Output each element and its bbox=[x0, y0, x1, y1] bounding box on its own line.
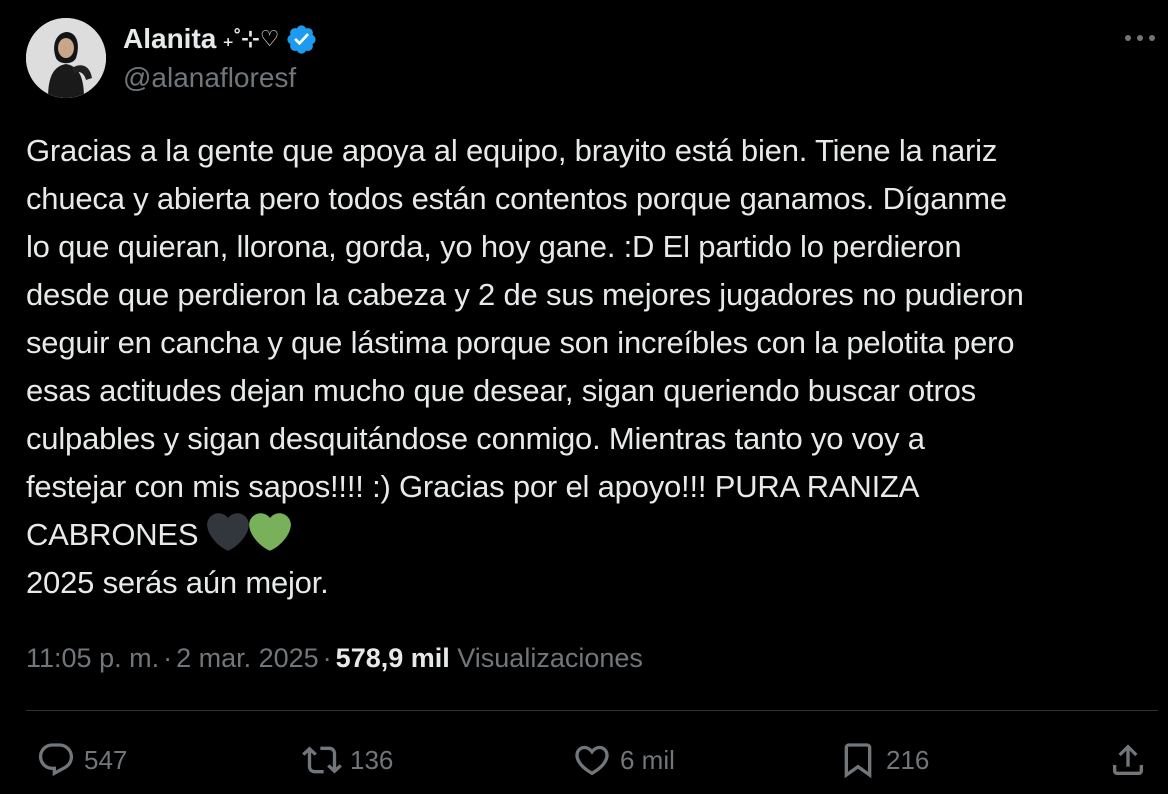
reply-button[interactable]: 547 bbox=[36, 730, 127, 790]
share-icon bbox=[1113, 744, 1143, 775]
tweet-line: seguir en cancha y que lástima porque so… bbox=[26, 325, 1015, 360]
bookmark-button[interactable]: 216 bbox=[838, 730, 929, 790]
tweet-line: festejar con mis sapos!!!! :) Gracias po… bbox=[26, 469, 920, 504]
tweet-line: desde que perdieron la cabeza y 2 de sus… bbox=[26, 277, 1024, 312]
tweet-meta: 11:05 p. m. · 2 mar. 2025 · 578,9 mil Visual… bbox=[26, 640, 643, 676]
avatar-photo bbox=[26, 18, 106, 98]
tweet-line: 2025 serás aún mejor. bbox=[26, 565, 329, 600]
tweet-time[interactable]: 11:05 p. m. bbox=[26, 643, 159, 673]
like-button[interactable]: 6 mil bbox=[572, 730, 675, 790]
tweet-text: Gracias a la gente que apoya al equipo, … bbox=[26, 127, 1161, 607]
more-options-button[interactable] bbox=[1120, 24, 1160, 52]
author-handle[interactable]: @alanafloresf bbox=[123, 62, 296, 94]
verified-badge-icon[interactable] bbox=[285, 23, 318, 56]
name-decoration: ₊˚⊹♡ bbox=[222, 26, 280, 51]
meta-separator: · bbox=[322, 643, 332, 673]
views-label: Visualizaciones bbox=[457, 643, 643, 673]
tweet-line: esas actitudes dejan mucho que desear, s… bbox=[26, 373, 976, 408]
tweet-line: CABRONES bbox=[26, 517, 199, 552]
reply-icon bbox=[38, 743, 74, 777]
more-dots-icon bbox=[1125, 35, 1155, 41]
repost-icon bbox=[302, 746, 342, 774]
share-button[interactable] bbox=[1108, 730, 1148, 790]
tweet: Alanita ₊˚⊹♡ @alanafloresf Gracias a la … bbox=[0, 0, 1168, 794]
repost-button[interactable]: 136 bbox=[302, 730, 393, 790]
meta-separator: · bbox=[163, 643, 173, 673]
avatar[interactable] bbox=[26, 18, 106, 98]
bookmark-count: 216 bbox=[886, 744, 930, 775]
views-count: 578,9 mil bbox=[335, 643, 450, 673]
action-bar: 547 136 6 mil 216 bbox=[0, 730, 1168, 790]
tweet-line: culpables y sigan desquitándose conmigo.… bbox=[26, 421, 925, 456]
reply-count: 547 bbox=[84, 744, 128, 775]
heart-outline-icon bbox=[575, 745, 609, 776]
tweet-line: lo que quieran, llorona, gorda, yo hoy g… bbox=[26, 229, 962, 264]
display-name[interactable]: Alanita bbox=[123, 23, 216, 55]
tweet-line: Gracias a la gente que apoya al equipo, … bbox=[26, 133, 998, 168]
author-name-row[interactable]: Alanita ₊˚⊹♡ bbox=[123, 22, 318, 56]
tweet-line: chueca y abierta pero todos están conten… bbox=[26, 181, 1007, 216]
bookmark-icon bbox=[844, 743, 872, 779]
like-count: 6 mil bbox=[620, 744, 675, 775]
divider bbox=[26, 710, 1158, 711]
black-heart-icon bbox=[206, 513, 249, 551]
repost-count: 136 bbox=[350, 744, 394, 775]
green-heart-icon bbox=[248, 513, 291, 551]
tweet-date[interactable]: 2 mar. 2025 bbox=[176, 643, 319, 673]
